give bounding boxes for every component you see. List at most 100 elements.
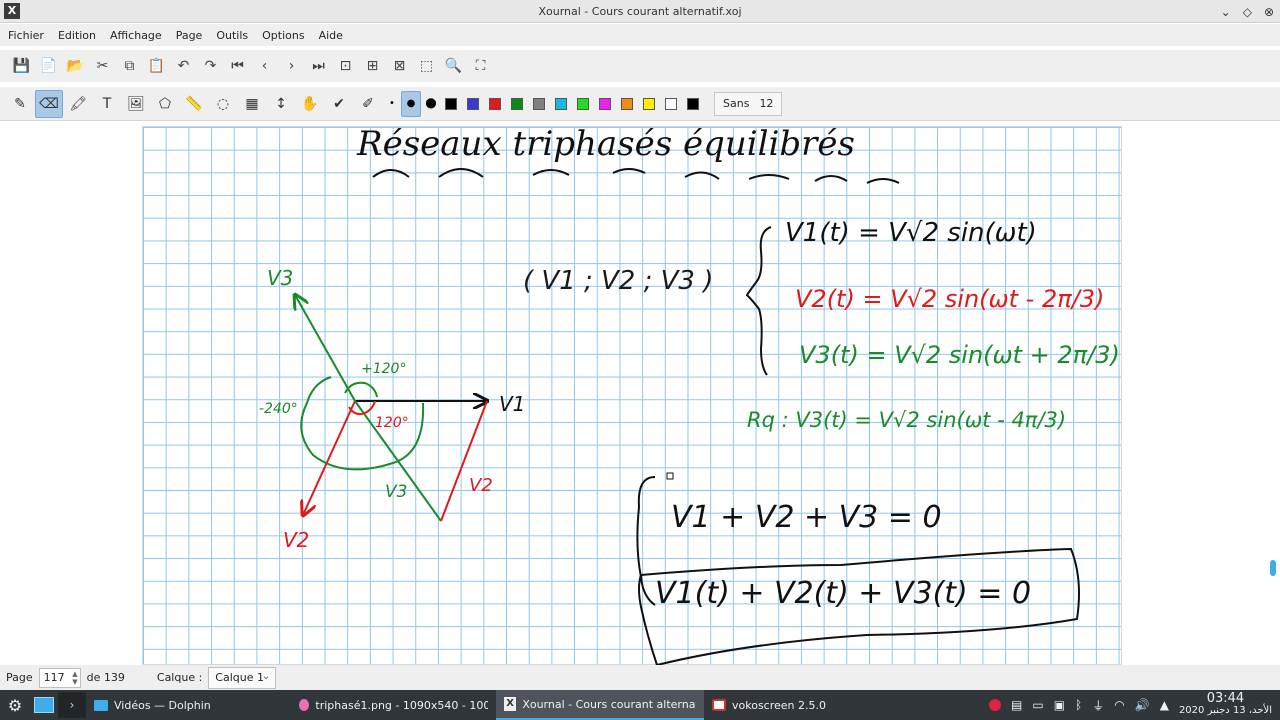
terminal-icon[interactable]: ›: [58, 692, 86, 718]
record-icon[interactable]: [989, 699, 1002, 711]
lasso-icon[interactable]: ◌: [209, 90, 237, 118]
menu-outils[interactable]: Outils: [216, 29, 248, 42]
page-total: de 139: [86, 671, 125, 684]
task-xournal[interactable]: X Xournal - Cours courant alternatif....: [496, 690, 704, 720]
task-dolphin[interactable]: Vidéos — Dolphin: [86, 690, 291, 720]
page-number-input[interactable]: 117 ▲ ▼: [38, 667, 81, 688]
clipboard-icon[interactable]: ▤: [1011, 698, 1022, 712]
text-tool-icon[interactable]: T: [93, 90, 121, 118]
zoom-icon[interactable]: 🔍: [440, 53, 467, 80]
notebook-page[interactable]: Réseaux triphasés équilibrés ( V1 ; V2 ;…: [142, 126, 1122, 666]
fit-width-icon[interactable]: ⊞: [359, 53, 386, 80]
fit-page-icon[interactable]: ⊡: [332, 53, 359, 80]
select-region-icon[interactable]: ▦: [238, 90, 266, 118]
equation-v2: V2(t) = V√2 sin(ωt - 2π/3): [795, 285, 1104, 313]
first-page-icon[interactable]: ⏮: [224, 53, 251, 80]
font-button[interactable]: Sans 12: [714, 91, 783, 116]
clock-date: الأحد، 13 دجنبر 2020: [1178, 705, 1272, 716]
undo-icon[interactable]: ↶: [170, 53, 197, 80]
time-sum: V1(t) + V2(t) + V3(t) = 0: [655, 576, 1031, 611]
thickness-medium-icon[interactable]: ●: [401, 90, 421, 117]
close-icon[interactable]: ⊗: [1264, 5, 1274, 19]
vertical-scrollbar[interactable]: [1270, 122, 1276, 660]
menu-page[interactable]: Page: [176, 29, 203, 42]
save-icon[interactable]: 💾: [8, 53, 35, 80]
volume-icon[interactable]: 🔊: [1135, 698, 1150, 712]
clock[interactable]: 03:44 الأحد، 13 دجنبر 2020: [1178, 691, 1272, 717]
fullscreen-icon[interactable]: ⛶: [467, 53, 494, 80]
task-vokoscreen[interactable]: vokoscreen 2.5.0: [704, 690, 834, 720]
ruler-icon[interactable]: 📏: [180, 90, 208, 118]
pen-icon[interactable]: ✎: [6, 90, 34, 118]
last-page-icon[interactable]: ⏭: [305, 53, 332, 80]
menu-options[interactable]: Options: [262, 29, 304, 42]
label-v2-shifted: V2: [469, 475, 493, 496]
layer-select[interactable]: Calque 1 ⌄: [208, 666, 277, 689]
spin-arrows-icon[interactable]: ▲ ▼: [72, 670, 77, 686]
set-zoom-icon[interactable]: ⬚: [413, 53, 440, 80]
prev-page-icon[interactable]: ‹: [251, 53, 278, 80]
equation-v1: V1(t) = V√2 sin(ωt): [785, 218, 1037, 248]
xournal-app-icon: X: [4, 3, 20, 19]
color-swatch-11[interactable]: [687, 97, 699, 110]
title-bar[interactable]: X Xournal - Cours courant alternatif.xoj…: [0, 0, 1280, 23]
paste-icon[interactable]: 📋: [143, 53, 170, 80]
color-swatch-7[interactable]: [599, 97, 611, 110]
open-icon[interactable]: 📂: [62, 53, 89, 80]
wifi-icon[interactable]: ◠: [1114, 698, 1124, 712]
color-swatch-4[interactable]: [533, 97, 545, 110]
color-swatch-3[interactable]: [511, 97, 523, 110]
tray-expand-icon[interactable]: ▲: [1160, 698, 1169, 712]
image-tool-icon[interactable]: 🖼: [122, 90, 150, 118]
app-launcher-icon[interactable]: ⚙: [0, 690, 30, 720]
shape-recognizer-icon[interactable]: ⬠: [151, 90, 179, 118]
color-swatch-6[interactable]: [577, 97, 589, 110]
clock-time: 03:44: [1206, 691, 1245, 706]
menu-aide[interactable]: Aide: [319, 29, 343, 42]
main-toolbar: 💾 📄 📂 ✂ ⧉ 📋 ↶ ↷ ⏮ ‹ › ⏭ ⊡ ⊞ ⊠ ⬚ 🔍 ⛶: [0, 50, 1280, 82]
usb-icon[interactable]: ⏚: [1092, 697, 1104, 714]
maximize-icon[interactable]: ◇: [1243, 5, 1252, 19]
font-size: 12: [759, 97, 774, 110]
menu-affichage[interactable]: Affichage: [110, 29, 162, 42]
desktop-icon[interactable]: [30, 692, 58, 718]
default-tool-icon[interactable]: ✐: [354, 90, 382, 118]
bluetooth-icon[interactable]: ᛒ: [1075, 698, 1082, 712]
image-viewer-icon: [299, 699, 310, 711]
color-swatch-2[interactable]: [489, 97, 501, 110]
window-title: Xournal - Cours courant alternatif.xoj: [538, 4, 742, 18]
hand-tool-icon[interactable]: ✋: [296, 90, 324, 118]
redo-icon[interactable]: ↷: [197, 53, 224, 80]
thickness-fine-icon[interactable]: •: [383, 98, 401, 109]
angle-minus-240: -240°: [259, 401, 298, 417]
color-swatch-0[interactable]: [445, 97, 457, 110]
color-swatch-5[interactable]: [555, 97, 567, 110]
label-v2: V2: [283, 528, 309, 552]
canvas-area[interactable]: Réseaux triphasés équilibrés ( V1 ; V2 ;…: [0, 122, 1280, 666]
notes-icon[interactable]: ▣: [1054, 698, 1065, 712]
copy-icon[interactable]: ⧉: [116, 53, 143, 80]
scrollbar-thumb[interactable]: [1270, 560, 1276, 576]
cut-icon[interactable]: ✂: [89, 53, 116, 80]
color-swatch-8[interactable]: [621, 97, 633, 110]
new-icon[interactable]: 📄: [35, 53, 62, 80]
page-label: Page: [6, 671, 33, 684]
default-pen-icon[interactable]: ✔: [325, 90, 353, 118]
status-bar: Page 117 ▲ ▼ de 139 Calque : Calque 1 ⌄: [0, 665, 1280, 690]
menu-fichier[interactable]: Fichier: [8, 29, 44, 42]
minimize-icon[interactable]: ⌄: [1221, 5, 1231, 19]
next-page-icon[interactable]: ›: [278, 53, 305, 80]
remark-v3: Rq : V3(t) = V√2 sin(ωt - 4π/3): [747, 408, 1066, 432]
eraser-icon[interactable]: ⌫: [35, 89, 63, 118]
thickness-thick-icon[interactable]: ⬤: [422, 98, 440, 109]
zoom-fit-icon[interactable]: ⊠: [386, 53, 413, 80]
battery-icon[interactable]: ▭: [1032, 698, 1043, 712]
highlighter-icon[interactable]: 🖍: [64, 90, 92, 118]
label-v1: V1: [499, 392, 525, 416]
task-image-viewer[interactable]: triphasé1.png - 1090x540 - 100% ...: [291, 690, 496, 720]
color-swatch-10[interactable]: [665, 97, 677, 110]
menu-edition[interactable]: Edition: [58, 29, 96, 42]
vertical-space-icon[interactable]: ↕: [267, 90, 295, 118]
color-swatch-1[interactable]: [467, 97, 479, 110]
color-swatch-9[interactable]: [643, 97, 655, 110]
